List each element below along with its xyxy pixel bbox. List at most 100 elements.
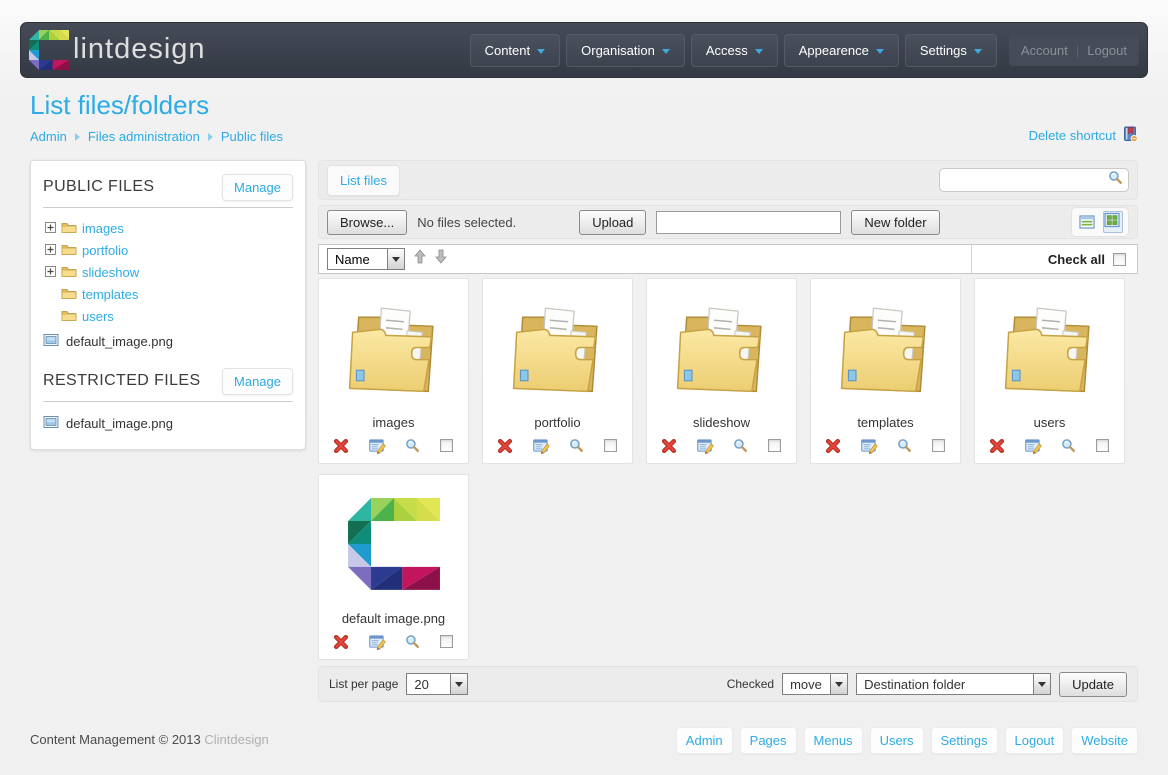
delete-icon[interactable]: [989, 438, 1005, 454]
delete-icon[interactable]: [661, 438, 677, 454]
nav-item-content[interactable]: Content: [469, 33, 561, 67]
preview-icon[interactable]: [569, 438, 584, 453]
per-page-select[interactable]: 20: [406, 673, 469, 695]
breadcrumb-files-administration[interactable]: Files administration: [88, 129, 200, 144]
footer-link-admin[interactable]: Admin: [675, 727, 733, 754]
folder-icon: [61, 220, 77, 237]
edit-icon[interactable]: [696, 437, 714, 454]
upload-button[interactable]: Upload: [579, 209, 647, 235]
search-input[interactable]: [945, 171, 1108, 189]
preview-icon[interactable]: [405, 634, 420, 649]
upload-toolbar: Browse... No files selected. Upload New …: [318, 205, 1138, 239]
expand-plus-icon[interactable]: [44, 265, 57, 280]
preview-icon[interactable]: [1061, 438, 1076, 453]
footer-copyright: Content Management © 2013 Clintdesign: [30, 732, 269, 747]
table-view-icon[interactable]: [1077, 212, 1097, 232]
file-card-users: users: [974, 278, 1125, 464]
folder-thumbnail[interactable]: [664, 285, 779, 413]
brand[interactable]: lintdesign: [29, 29, 206, 71]
file-checkbox[interactable]: [767, 439, 781, 452]
sort-controls: Name: [319, 245, 971, 273]
file-name: default image.png: [341, 611, 446, 626]
folder-thumbnail[interactable]: [992, 285, 1107, 413]
preview-icon[interactable]: [733, 438, 748, 453]
grid-view-icon[interactable]: [1103, 211, 1123, 233]
check-all-checkbox[interactable]: [1113, 252, 1126, 266]
file-checkbox[interactable]: [603, 439, 617, 452]
footer-link-settings[interactable]: Settings: [930, 727, 998, 754]
sort-ascending-icon[interactable]: [414, 249, 426, 269]
logout-link[interactable]: Logout: [1087, 43, 1127, 58]
edit-icon[interactable]: [368, 633, 386, 650]
pagination-bar: List per page 20 Checked move Destinatio…: [318, 666, 1138, 702]
tree-link[interactable]: images: [82, 221, 124, 236]
tab-list-files[interactable]: List files: [327, 164, 400, 196]
footer-link-pages[interactable]: Pages: [739, 727, 797, 754]
search-icon[interactable]: [1108, 170, 1123, 190]
expand-plus-icon[interactable]: [44, 243, 57, 258]
tree-link[interactable]: portfolio: [82, 243, 128, 258]
delete-shortcut-link[interactable]: Delete shortcut: [1029, 126, 1138, 145]
files-main-panel: List files Browse... No files selected. …: [318, 160, 1138, 702]
breadcrumb-admin[interactable]: Admin: [30, 129, 67, 144]
nav-item-appearence[interactable]: Appearence: [783, 33, 899, 67]
delete-icon[interactable]: [497, 438, 513, 454]
file-name: images: [372, 415, 415, 430]
brand-logo-icon: [29, 29, 69, 71]
list-per-page-label: List per page: [329, 677, 399, 691]
folder-icon: [61, 242, 77, 259]
delete-icon[interactable]: [333, 634, 349, 650]
chevron-down-icon: [387, 249, 404, 269]
breadcrumb-public-files[interactable]: Public files: [221, 129, 283, 144]
edit-icon[interactable]: [860, 437, 878, 454]
file-checkbox[interactable]: [931, 439, 945, 452]
file-actions: [811, 437, 960, 454]
footer-link-menus[interactable]: Menus: [803, 727, 863, 754]
delete-icon[interactable]: [825, 438, 841, 454]
delete-icon[interactable]: [333, 438, 349, 454]
folder-thumbnail[interactable]: [336, 285, 451, 413]
image-thumbnail[interactable]: [347, 481, 440, 609]
preview-icon[interactable]: [897, 438, 912, 453]
checked-action-select[interactable]: move: [782, 673, 849, 695]
destination-folder-select[interactable]: Destination folder: [856, 673, 1052, 695]
manage-restricted-button[interactable]: Manage: [222, 367, 293, 395]
tree-link[interactable]: users: [82, 309, 114, 324]
nav-item-label: Content: [484, 42, 531, 58]
new-folder-input[interactable]: [656, 210, 842, 234]
expand-plus-icon[interactable]: [44, 221, 57, 236]
sort-descending-icon[interactable]: [435, 249, 447, 269]
browse-button[interactable]: Browse...: [327, 209, 408, 235]
preview-icon[interactable]: [405, 438, 420, 453]
file-checkbox[interactable]: [1095, 439, 1109, 452]
footer-link-users[interactable]: Users: [869, 727, 924, 754]
nav-item-access[interactable]: Access: [690, 33, 778, 67]
edit-icon[interactable]: [1024, 437, 1042, 454]
account-link[interactable]: Account: [1021, 43, 1068, 58]
file-actions: [975, 437, 1124, 454]
folder-thumbnail[interactable]: [828, 285, 943, 413]
manage-public-button[interactable]: Manage: [222, 173, 293, 201]
footer-link-website[interactable]: Website: [1071, 727, 1138, 754]
file-checkbox[interactable]: [439, 439, 453, 452]
edit-icon[interactable]: [532, 437, 550, 454]
edit-icon[interactable]: [368, 437, 386, 454]
update-button[interactable]: Update: [1059, 671, 1127, 697]
tree-file-default-image-restricted[interactable]: default_image.png: [43, 411, 293, 435]
no-files-selected-text: No files selected.: [417, 214, 517, 230]
copyright-text: Content Management © 2013: [30, 732, 201, 747]
nav-item-organisation[interactable]: Organisation: [566, 33, 685, 67]
tree-file-default-image[interactable]: default_image.png: [43, 329, 293, 353]
new-folder-button[interactable]: New folder: [851, 209, 940, 235]
file-name: slideshow: [692, 415, 751, 430]
folder-thumbnail[interactable]: [500, 285, 615, 413]
tree-link[interactable]: templates: [82, 287, 138, 302]
tree-link[interactable]: slideshow: [82, 265, 139, 280]
nav-item-settings[interactable]: Settings: [904, 33, 997, 67]
file-actions: [483, 437, 632, 454]
sort-field-select[interactable]: Name: [327, 248, 405, 270]
footer-link-logout[interactable]: Logout: [1004, 727, 1065, 754]
file-checkbox[interactable]: [439, 635, 453, 648]
tree-item-portfolio: portfolio: [43, 239, 293, 261]
tree-item-images: images: [43, 217, 293, 239]
